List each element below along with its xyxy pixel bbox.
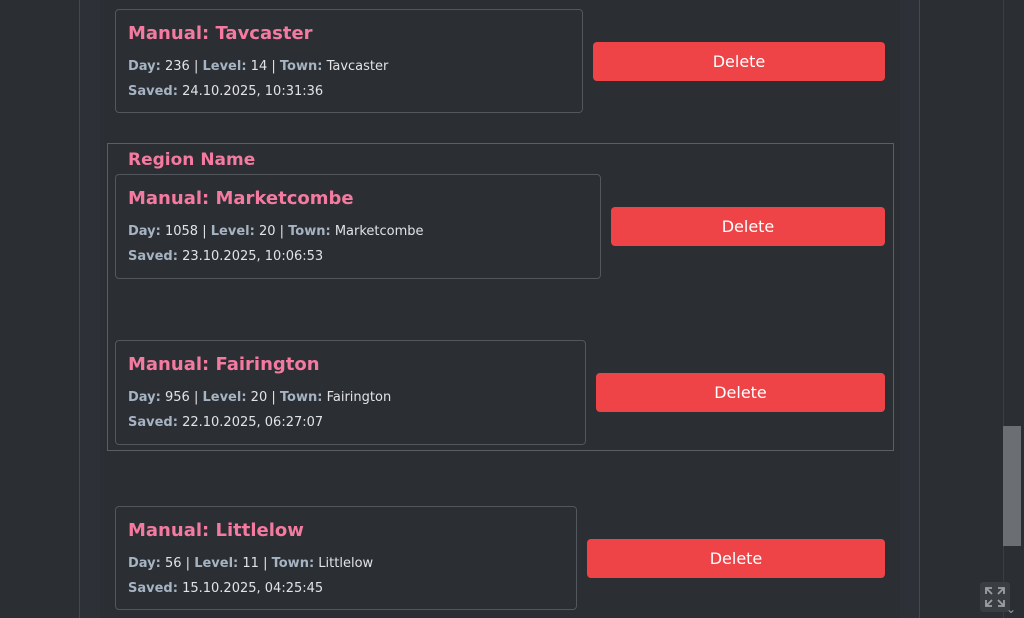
level-value: 20 — [258, 224, 276, 239]
day-value: 956 — [164, 390, 190, 405]
saved-value: 22.10.2025, 06:27:07 — [182, 415, 324, 430]
separator: | — [279, 224, 285, 239]
town-value: Tavcaster — [326, 59, 389, 74]
save-timestamp: Saved: 15.10.2025, 04:25:45 — [128, 581, 323, 596]
town-label: Town: — [279, 390, 323, 405]
save-title: Manual: Tavcaster — [128, 23, 313, 44]
level-label: Level: — [210, 224, 255, 239]
day-label: Day: — [128, 59, 161, 74]
delete-button[interactable]: Delete — [587, 539, 885, 578]
save-stats: Day: 236 | Level: 14 | Town: Tavcaster — [128, 59, 388, 74]
separator: | — [185, 556, 191, 571]
day-value: 1058 — [164, 224, 199, 239]
region-name: Region Name — [128, 150, 256, 170]
saved-label: Saved: — [128, 415, 178, 430]
level-label: Level: — [194, 556, 239, 571]
separator: | — [271, 390, 276, 405]
level-value: 20 — [250, 390, 268, 405]
save-card: Manual: Littlelow Day: 56 | Level: 11 | … — [115, 506, 577, 610]
delete-button[interactable]: Delete — [596, 373, 885, 412]
save-stats: Day: 1058 | Level: 20 | Town: Marketcomb… — [128, 224, 424, 239]
saved-value: 15.10.2025, 04:25:45 — [182, 581, 324, 596]
separator: | — [193, 390, 199, 405]
save-stats: Day: 56 | Level: 11 | Town: Littlelow — [128, 556, 373, 571]
town-value: Littlelow — [318, 556, 374, 571]
saved-value: 24.10.2025, 10:31:36 — [182, 84, 324, 99]
level-value: 14 — [250, 59, 268, 74]
delete-button[interactable]: Delete — [593, 42, 885, 81]
save-card: Manual: Marketcombe Day: 1058 | Level: 2… — [115, 174, 601, 279]
separator: | — [263, 556, 268, 571]
save-card: Manual: Fairington Day: 956 | Level: 20 … — [115, 340, 586, 445]
delete-button[interactable]: Delete — [611, 207, 885, 246]
chevron-down-icon[interactable]: ⌄ — [1006, 602, 1016, 616]
level-label: Level: — [202, 59, 247, 74]
save-stats: Day: 956 | Level: 20 | Town: Fairington — [128, 390, 391, 405]
level-value: 11 — [242, 556, 259, 571]
saved-value: 23.10.2025, 10:06:53 — [182, 249, 324, 264]
save-timestamp: Saved: 23.10.2025, 10:06:53 — [128, 249, 323, 264]
saved-label: Saved: — [128, 84, 178, 99]
separator: | — [202, 224, 207, 239]
town-label: Town: — [288, 224, 331, 239]
day-label: Day: — [128, 224, 161, 239]
day-label: Day: — [128, 556, 161, 571]
save-title: Manual: Marketcombe — [128, 188, 354, 209]
separator: | — [193, 59, 199, 74]
saved-label: Saved: — [128, 581, 178, 596]
saved-label: Saved: — [128, 249, 178, 264]
town-label: Town: — [279, 59, 323, 74]
save-title: Manual: Fairington — [128, 354, 320, 375]
day-label: Day: — [128, 390, 161, 405]
day-value: 56 — [164, 556, 182, 571]
save-timestamp: Saved: 22.10.2025, 06:27:07 — [128, 415, 323, 430]
town-value: Fairington — [326, 390, 392, 405]
town-label: Town: — [271, 556, 315, 571]
town-value: Marketcombe — [334, 224, 424, 239]
save-timestamp: Saved: 24.10.2025, 10:31:36 — [128, 84, 323, 99]
save-card: Manual: Tavcaster Day: 236 | Level: 14 |… — [115, 9, 583, 113]
day-value: 236 — [164, 59, 190, 74]
save-title: Manual: Littlelow — [128, 520, 304, 541]
level-label: Level: — [202, 390, 247, 405]
scrollbar-thumb[interactable] — [1003, 426, 1021, 546]
separator: | — [271, 59, 276, 74]
